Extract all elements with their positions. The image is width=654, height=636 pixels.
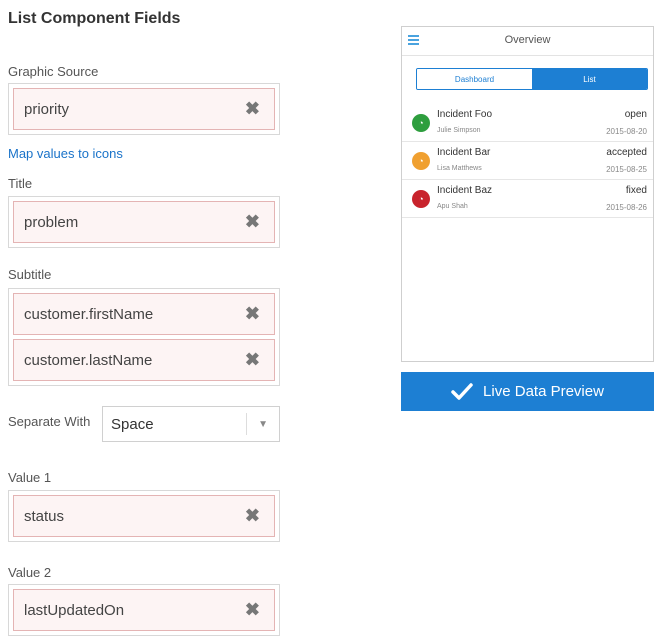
gauge-icon: ◔ [412, 114, 430, 132]
chevron-down-icon[interactable]: ▼ [258, 419, 268, 430]
subtitle-chip[interactable]: customer.firstName ✖ [13, 293, 275, 335]
remove-icon[interactable]: ✖ [245, 99, 260, 120]
live-preview-label: Live Data Preview [483, 383, 604, 400]
chip-text: status [24, 507, 65, 525]
value1-label: Value 1 [8, 470, 52, 485]
tab-list[interactable]: List [532, 69, 647, 89]
chip-text: priority [24, 100, 70, 118]
item-person: Julie Simpson [437, 127, 481, 134]
title-chip[interactable]: problem ✖ [13, 201, 275, 243]
select-divider [246, 413, 247, 435]
value2-chip[interactable]: lastUpdatedOn ✖ [13, 589, 275, 631]
separator-value: Space [111, 415, 154, 433]
item-person: Lisa Matthews [437, 165, 482, 172]
remove-icon[interactable]: ✖ [245, 304, 260, 325]
preview-title: Overview [504, 34, 551, 46]
subtitle-group: customer.firstName ✖ customer.lastName ✖ [8, 288, 280, 386]
item-name: Incident Bar [437, 147, 491, 158]
preview-header: Overview [402, 27, 653, 56]
tab-dashboard[interactable]: Dashboard [417, 69, 532, 89]
title-label: Title [8, 176, 33, 191]
live-data-preview-button[interactable]: Live Data Preview [401, 372, 654, 411]
gauge-icon: ◔ [412, 152, 430, 170]
item-status: accepted [606, 147, 647, 158]
value2-group: lastUpdatedOn ✖ [8, 584, 280, 636]
subtitle-label: Subtitle [8, 267, 52, 282]
item-date: 2015-08-26 [606, 203, 647, 212]
checkmark-icon [451, 382, 473, 400]
graphic-source-label: Graphic Source [8, 64, 99, 79]
item-name: Incident Foo [437, 109, 493, 120]
map-values-link[interactable]: Map values to icons [8, 146, 123, 161]
remove-icon[interactable]: ✖ [245, 212, 260, 233]
item-status: fixed [625, 185, 647, 196]
item-person: Apu Shah [437, 203, 468, 210]
chip-text: problem [24, 213, 79, 231]
segmented-control: Dashboard List [416, 68, 648, 90]
list-item[interactable]: ◔ Incident Foo Julie Simpson open 2015-0… [402, 104, 653, 142]
list-item[interactable]: ◔ Incident Baz Apu Shah fixed 2015-08-26 [402, 180, 653, 218]
value1-chip[interactable]: status ✖ [13, 495, 275, 537]
separator-select[interactable]: Space ▼ [102, 406, 280, 442]
mobile-preview: Overview Dashboard List ◔ Incident Foo J… [401, 26, 654, 362]
title-group: problem ✖ [8, 196, 280, 248]
gauge-icon: ◔ [412, 190, 430, 208]
panel-title: List Component Fields [8, 10, 181, 27]
item-date: 2015-08-20 [606, 127, 647, 136]
chip-text: lastUpdatedOn [24, 601, 125, 619]
chip-text: customer.lastName [24, 351, 153, 369]
separator-label: Separate With [8, 414, 91, 429]
item-date: 2015-08-25 [606, 165, 647, 174]
subtitle-chip[interactable]: customer.lastName ✖ [13, 339, 275, 381]
remove-icon[interactable]: ✖ [245, 350, 260, 371]
list-item[interactable]: ◔ Incident Bar Lisa Matthews accepted 20… [402, 142, 653, 180]
item-name: Incident Baz [437, 185, 493, 196]
graphic-source-chip[interactable]: priority ✖ [13, 88, 275, 130]
chip-text: customer.firstName [24, 305, 154, 323]
item-status: open [624, 109, 647, 120]
remove-icon[interactable]: ✖ [245, 600, 260, 621]
graphic-source-group: priority ✖ [8, 83, 280, 135]
incident-list: ◔ Incident Foo Julie Simpson open 2015-0… [402, 104, 653, 218]
value1-group: status ✖ [8, 490, 280, 542]
value2-label: Value 2 [8, 565, 52, 580]
remove-icon[interactable]: ✖ [245, 506, 260, 527]
